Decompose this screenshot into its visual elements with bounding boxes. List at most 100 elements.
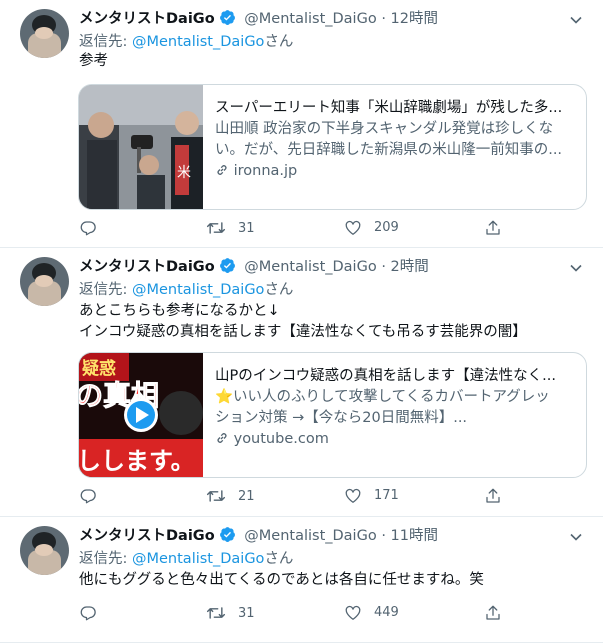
thumbnail-text-3: しします。 [79, 447, 195, 475]
reply-suffix: さん [264, 551, 294, 567]
reply-prefix: 返信先: [79, 34, 132, 50]
tweet-text-line: 参考 [79, 53, 108, 69]
tweet-text: 参考 [79, 51, 108, 72]
card-description-line: い。だが、先日辞職した新潟県の米山隆一前知事の... [215, 142, 563, 158]
chevron-down-icon[interactable] [569, 260, 583, 279]
reply-suffix: さん [264, 282, 294, 298]
reply-icon [79, 219, 97, 237]
link-card[interactable]: 米 スーパーエリート知事「米山辞職劇場」が残した多... 山田順 政治家の下半身… [78, 84, 587, 210]
chevron-down-icon[interactable] [569, 12, 583, 31]
reply-to: 返信先: @Mentalist_DaiGoさん [79, 278, 293, 299]
card-description: 山田順 政治家の下半身スキャンダル発覚は珍しくな い。だが、先日辞職した新潟県の… [215, 119, 575, 161]
display-name[interactable]: メンタリストDaiGo [79, 259, 215, 275]
share-button[interactable] [484, 219, 502, 237]
link-icon [215, 431, 229, 447]
retweet-button[interactable]: 31 [206, 604, 255, 622]
tweet-header: メンタリストDaiGo @Mentalist_DaiGo · 2時間 [79, 255, 579, 275]
avatar[interactable] [20, 257, 69, 306]
reply-button[interactable] [79, 219, 109, 237]
tweet-2[interactable]: メンタリストDaiGo @Mentalist_DaiGo · 2時間 返信先: … [0, 248, 603, 517]
reply-mention[interactable]: @Mentalist_DaiGo [132, 282, 264, 298]
tweet-actions: 21 171 [79, 487, 519, 507]
like-count: 449 [374, 605, 399, 620]
retweet-count: 31 [238, 220, 255, 236]
card-domain-text: ironna.jp [233, 163, 298, 179]
timestamp[interactable]: 12時間 [391, 11, 438, 27]
tweet-text-line: 他にもググると色々出てくるのであとは各自に任せますね。笑 [79, 572, 484, 588]
link-card[interactable]: 疑惑 の真相 しします。 山Pのインコウ疑惑の真相を話します【違法性なく... … [78, 352, 587, 478]
card-description-line: 山田順 政治家の下半身スキャンダル発覚は珍しくな [215, 121, 554, 137]
like-icon [344, 604, 362, 621]
tweet-1[interactable]: メンタリストDaiGo @Mentalist_DaiGo · 12時間 返信先:… [0, 0, 603, 248]
reply-button[interactable] [79, 604, 109, 622]
verified-badge-icon [219, 9, 236, 30]
card-domain: youtube.com [215, 429, 575, 450]
avatar[interactable] [20, 9, 69, 58]
reply-button[interactable] [79, 487, 109, 505]
reply-prefix: 返信先: [79, 282, 132, 298]
card-image: 米 [79, 85, 203, 209]
thumbnail-text-1: 疑惑 [82, 358, 116, 379]
reply-prefix: 返信先: [79, 551, 132, 567]
tweet-text-line: インコウ疑惑の真相を話します【違法性なくても吊るす芸能界の闇】 [79, 324, 527, 340]
retweet-count: 21 [238, 488, 255, 504]
retweet-button[interactable]: 21 [206, 487, 255, 505]
reply-suffix: さん [264, 34, 294, 50]
display-name[interactable]: メンタリストDaiGo [79, 528, 215, 544]
card-title: 山Pのインコウ疑惑の真相を話します【違法性なく... [215, 368, 556, 384]
like-button[interactable]: 449 [344, 604, 399, 621]
like-icon [344, 219, 362, 236]
reply-to: 返信先: @Mentalist_DaiGoさん [79, 547, 293, 568]
tweet-text: あとこちらも参考になるかと↓ インコウ疑惑の真相を話します【違法性なくても吊るす… [79, 301, 527, 343]
card-image-sash-text: 米 [177, 165, 191, 181]
handle[interactable]: @Mentalist_DaiGo [244, 528, 376, 544]
display-name[interactable]: メンタリストDaiGo [79, 11, 215, 27]
play-icon[interactable] [124, 398, 158, 432]
share-button[interactable] [484, 604, 502, 622]
reply-icon [79, 487, 97, 505]
tweet-header: メンタリストDaiGo @Mentalist_DaiGo · 12時間 [79, 7, 579, 27]
like-button[interactable]: 171 [344, 487, 399, 504]
card-title: スーパーエリート知事「米山辞職劇場」が残した多... [215, 100, 563, 116]
card-domain: ironna.jp [215, 161, 575, 182]
timestamp[interactable]: 11時間 [391, 528, 438, 544]
tweet-text-line: あとこちらも参考になるかと↓ [79, 303, 280, 319]
like-icon [344, 487, 362, 504]
like-count: 209 [374, 220, 399, 235]
card-image: 疑惑 の真相 しします。 [79, 353, 203, 477]
share-button[interactable] [484, 487, 502, 505]
retweet-icon [206, 487, 226, 505]
tweet-3[interactable]: メンタリストDaiGo @Mentalist_DaiGo · 11時間 返信先:… [0, 517, 603, 643]
tweet-header: メンタリストDaiGo @Mentalist_DaiGo · 11時間 [79, 524, 579, 544]
tweet-actions: 31 209 [79, 219, 519, 239]
card-domain-text: youtube.com [233, 431, 329, 447]
retweet-button[interactable]: 31 [206, 219, 255, 237]
share-icon [484, 219, 502, 237]
retweet-icon [206, 219, 226, 237]
reply-to: 返信先: @Mentalist_DaiGoさん [79, 30, 293, 51]
tweet-text: 他にもググると色々出てくるのであとは各自に任せますね。笑 [79, 570, 484, 591]
link-icon [215, 163, 229, 179]
reply-icon [79, 604, 97, 622]
reply-mention[interactable]: @Mentalist_DaiGo [132, 551, 264, 567]
share-icon [484, 487, 502, 505]
card-description-line: ション対策 →【今なら20日間無料】... [215, 410, 468, 426]
separator-dot: · [381, 259, 386, 275]
verified-badge-icon [219, 526, 236, 547]
handle[interactable]: @Mentalist_DaiGo [244, 259, 376, 275]
card-body: 山Pのインコウ疑惑の真相を話します【違法性なく... ⭐いい人のふりして攻撃して… [215, 366, 575, 450]
avatar[interactable] [20, 526, 69, 575]
tweet-actions: 31 449 [79, 604, 519, 624]
timestamp[interactable]: 2時間 [391, 259, 429, 275]
separator-dot: · [381, 528, 386, 544]
share-icon [484, 604, 502, 622]
verified-badge-icon [219, 257, 236, 278]
like-button[interactable]: 209 [344, 219, 399, 236]
card-body: スーパーエリート知事「米山辞職劇場」が残した多... 山田順 政治家の下半身スキ… [215, 98, 575, 182]
reply-mention[interactable]: @Mentalist_DaiGo [132, 34, 264, 50]
card-description: ⭐いい人のふりして攻撃してくるカバートアグレッ ション対策 →【今なら20日間無… [215, 387, 575, 429]
chevron-down-icon[interactable] [569, 529, 583, 548]
handle[interactable]: @Mentalist_DaiGo [244, 11, 376, 27]
retweet-count: 31 [238, 605, 255, 621]
retweet-icon [206, 604, 226, 622]
